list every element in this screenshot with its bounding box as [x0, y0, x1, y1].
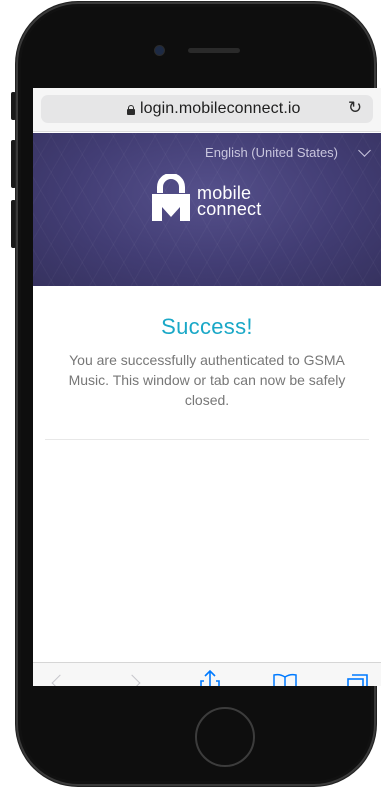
divider	[45, 439, 369, 440]
forward-icon[interactable]	[113, 663, 157, 686]
page-title: Success!	[161, 314, 253, 339]
language-select[interactable]: English (United States)	[205, 143, 371, 160]
front-camera	[155, 46, 164, 55]
lock-icon	[127, 105, 135, 115]
url-field[interactable]: login.mobileconnect.io ↻	[41, 95, 373, 123]
brand-word-connect: connect	[197, 199, 262, 219]
share-icon[interactable]	[188, 663, 232, 686]
reload-icon[interactable]: ↻	[346, 98, 364, 118]
browser-screen: login.mobileconnect.io ↻ English (United…	[33, 88, 381, 686]
mobile-connect-logo: mobile connect	[150, 174, 270, 224]
success-message: You are successfully authenticated to GS…	[68, 352, 346, 408]
earpiece-speaker	[188, 48, 240, 53]
home-button[interactable]	[195, 707, 255, 767]
language-label: English (United States)	[205, 145, 338, 160]
browser-toolbar	[33, 662, 381, 686]
logo-mark-icon	[152, 174, 190, 221]
tabs-icon[interactable]	[335, 663, 379, 686]
page-header: English (United States) mobile connect	[33, 133, 381, 286]
url-text: login.mobileconnect.io	[140, 100, 301, 117]
address-bar: login.mobileconnect.io ↻	[33, 88, 381, 132]
stage: login.mobileconnect.io ↻ English (United…	[0, 0, 389, 789]
back-icon[interactable]	[37, 663, 81, 686]
chevron-down-icon	[358, 143, 371, 157]
bookmarks-icon[interactable]	[263, 663, 307, 686]
